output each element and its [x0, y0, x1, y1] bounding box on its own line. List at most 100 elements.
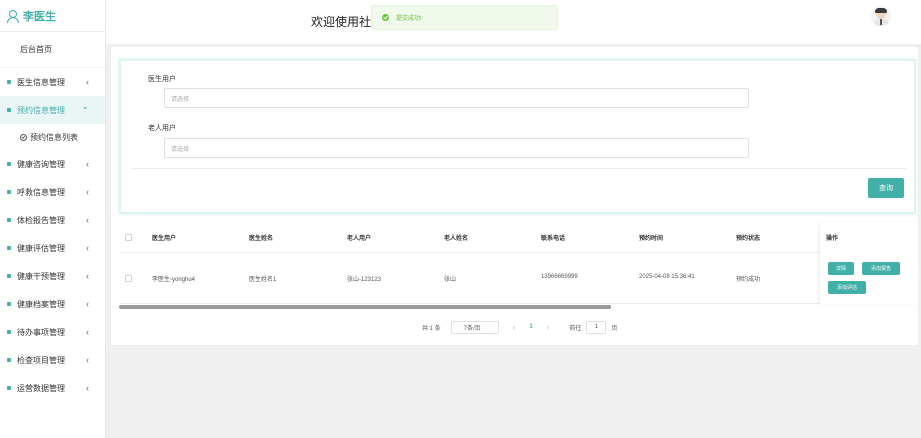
cell-time: 2025-04-08 15:36:41: [639, 274, 695, 280]
check-circle-icon: [20, 133, 27, 141]
sidebar-item-label: 检查项目管理: [17, 355, 65, 365]
chevron-left-icon: ‹: [86, 243, 89, 253]
menu-dot-icon: [7, 274, 11, 278]
header: 欢迎使用社区 提交成功!: [106, 0, 921, 44]
chevron-left-icon: ‹: [86, 383, 89, 393]
column-header: 预约状态: [736, 236, 761, 242]
sidebar-item-label: 体检报告管理: [17, 215, 65, 225]
current-page[interactable]: 1: [529, 324, 532, 330]
elder-user-select[interactable]: 请选择: [164, 138, 749, 158]
total-count: 共 1 条: [422, 325, 441, 332]
goto-page-value: 1: [594, 324, 599, 330]
brand: 李医生: [0, 0, 105, 32]
page-unit-label: 页: [611, 325, 618, 332]
column-header: 医生姓名: [249, 236, 274, 242]
pagination: 共 1 条 7条/页 ‹ 1 › 前往 1 页: [422, 320, 617, 334]
menu-dot-icon: [7, 108, 11, 112]
select-all-checkbox[interactable]: [125, 234, 132, 241]
chevron-down-icon: ⌄: [81, 101, 89, 111]
sidebar-item-operations-data[interactable]: 运营数据管理 ‹: [0, 374, 105, 402]
user-icon: [6, 9, 19, 23]
page-size-value: 7条/页: [463, 325, 481, 332]
sidebar-item-health-record[interactable]: 健康档案管理 ‹: [0, 290, 105, 318]
menu-dot-icon: [7, 190, 11, 194]
sidebar-item-label: 呼救信息管理: [17, 187, 65, 197]
cell-phone: 13966669999: [541, 274, 578, 280]
query-button[interactable]: 查询: [868, 178, 904, 198]
row-checkbox[interactable]: [125, 275, 132, 282]
sidebar-item-rescue[interactable]: 呼救信息管理 ‹: [0, 178, 105, 206]
doctor-user-placeholder: 请选择: [171, 96, 190, 103]
prev-page-icon[interactable]: ‹: [513, 323, 516, 332]
chevron-left-icon: ‹: [86, 355, 89, 365]
sidebar-item-doctor-info[interactable]: 医生信息管理 ‹: [0, 68, 105, 96]
sidebar-item-label: 健康干预管理: [17, 271, 65, 281]
column-header: 联系电话: [541, 236, 566, 242]
column-header: 预约时间: [639, 236, 664, 242]
sidebar-item-health-intervention[interactable]: 健康干预管理 ‹: [0, 262, 105, 290]
add-report-button[interactable]: 添加报告: [862, 262, 900, 275]
sidebar-item-appointment[interactable]: 预约信息管理 ⌄: [0, 96, 105, 124]
sidebar-item-home[interactable]: 后台首页: [0, 32, 105, 68]
actions-column: 操作 详情 添加报告 添加评估: [820, 222, 918, 304]
menu-dot-icon: [7, 302, 11, 306]
sidebar-item-exam-items[interactable]: 检查项目管理 ‹: [0, 346, 105, 374]
menu-dot-icon: [7, 358, 11, 362]
sidebar-item-health-assessment[interactable]: 健康评估管理 ‹: [0, 234, 105, 262]
add-assessment-button[interactable]: 添加评估: [828, 281, 866, 294]
menu-dot-icon: [7, 246, 11, 250]
horizontal-scrollbar[interactable]: [119, 305, 611, 309]
menu-dot-icon: [7, 386, 11, 390]
avatar-hair: [875, 8, 887, 13]
chevron-left-icon: ‹: [86, 327, 89, 337]
chevron-left-icon: ‹: [86, 187, 89, 197]
avatar-tie: [880, 19, 882, 25]
sidebar-item-checkup-report[interactable]: 体检报告管理 ‹: [0, 206, 105, 234]
chevron-left-icon: ‹: [86, 77, 89, 87]
elder-user-label: 老人用户: [148, 125, 176, 132]
goto-page-input[interactable]: 1: [586, 320, 607, 334]
table-header: 医生用户 医生姓名 老人用户 老人姓名 联系电话 预约时间 预约状态: [119, 222, 918, 253]
cell-doctor-name: 医生姓名1: [249, 277, 277, 283]
sidebar-item-label: 预约信息管理: [17, 105, 65, 115]
chevron-left-icon: ‹: [86, 271, 89, 281]
menu-dot-icon: [7, 162, 11, 166]
sidebar-item-label: 运营数据管理: [17, 383, 65, 393]
search-form: 医生用户 请选择 老人用户 请选择 查询: [119, 59, 916, 214]
toast-message: 提交成功!: [396, 16, 422, 22]
column-header: 老人用户: [347, 236, 372, 242]
divider: [131, 168, 906, 169]
doctor-user-select[interactable]: 请选择: [164, 88, 749, 108]
main-panel: 医生用户 请选择 老人用户 请选择 查询 医生用户 医生姓名 老人用户 老人姓名…: [111, 47, 918, 345]
avatar[interactable]: [871, 6, 891, 26]
column-header: 老人姓名: [444, 236, 469, 242]
sidebar-subitem-appointment-list[interactable]: 预约信息列表: [0, 124, 105, 150]
chevron-left-icon: ‹: [86, 159, 89, 169]
detail-button[interactable]: 详情: [828, 262, 854, 275]
chevron-left-icon: ‹: [86, 299, 89, 309]
success-toast: 提交成功!: [371, 5, 558, 30]
sidebar-item-todo[interactable]: 待办事项管理 ‹: [0, 318, 105, 346]
menu-dot-icon: [7, 80, 11, 84]
elder-user-placeholder: 请选择: [171, 146, 190, 153]
menu-dot-icon: [7, 218, 11, 222]
page-size-select[interactable]: 7条/页: [450, 320, 499, 334]
cell-elder-user: 张山-123123: [347, 277, 382, 283]
sidebar-item-label: 健康评估管理: [17, 243, 65, 253]
goto-label: 前往: [569, 325, 582, 332]
sidebar-subitem-label: 预约信息列表: [30, 132, 78, 142]
success-check-icon: [382, 14, 389, 21]
cell-elder-name: 张山: [444, 277, 457, 283]
sidebar-item-label: 医生信息管理: [17, 77, 65, 87]
column-header: 医生用户: [152, 236, 177, 242]
sidebar-item-label: 待办事项管理: [17, 327, 65, 337]
cell-status: 预约成功: [736, 277, 761, 283]
user-name: 李医生: [23, 10, 56, 23]
sidebar-item-label: 健康档案管理: [17, 299, 65, 309]
sidebar: 李医生 后台首页 医生信息管理 ‹ 预约信息管理 ⌄ 预约信息列表 健康咨询管理…: [0, 0, 106, 438]
next-page-icon[interactable]: ›: [547, 323, 550, 332]
sidebar-item-health-consult[interactable]: 健康咨询管理 ‹: [0, 150, 105, 178]
chevron-left-icon: ‹: [86, 215, 89, 225]
sidebar-item-label: 健康咨询管理: [17, 159, 65, 169]
appointment-table: 医生用户 医生姓名 老人用户 老人姓名 联系电话 预约时间 预约状态 李医生-y…: [119, 222, 918, 304]
